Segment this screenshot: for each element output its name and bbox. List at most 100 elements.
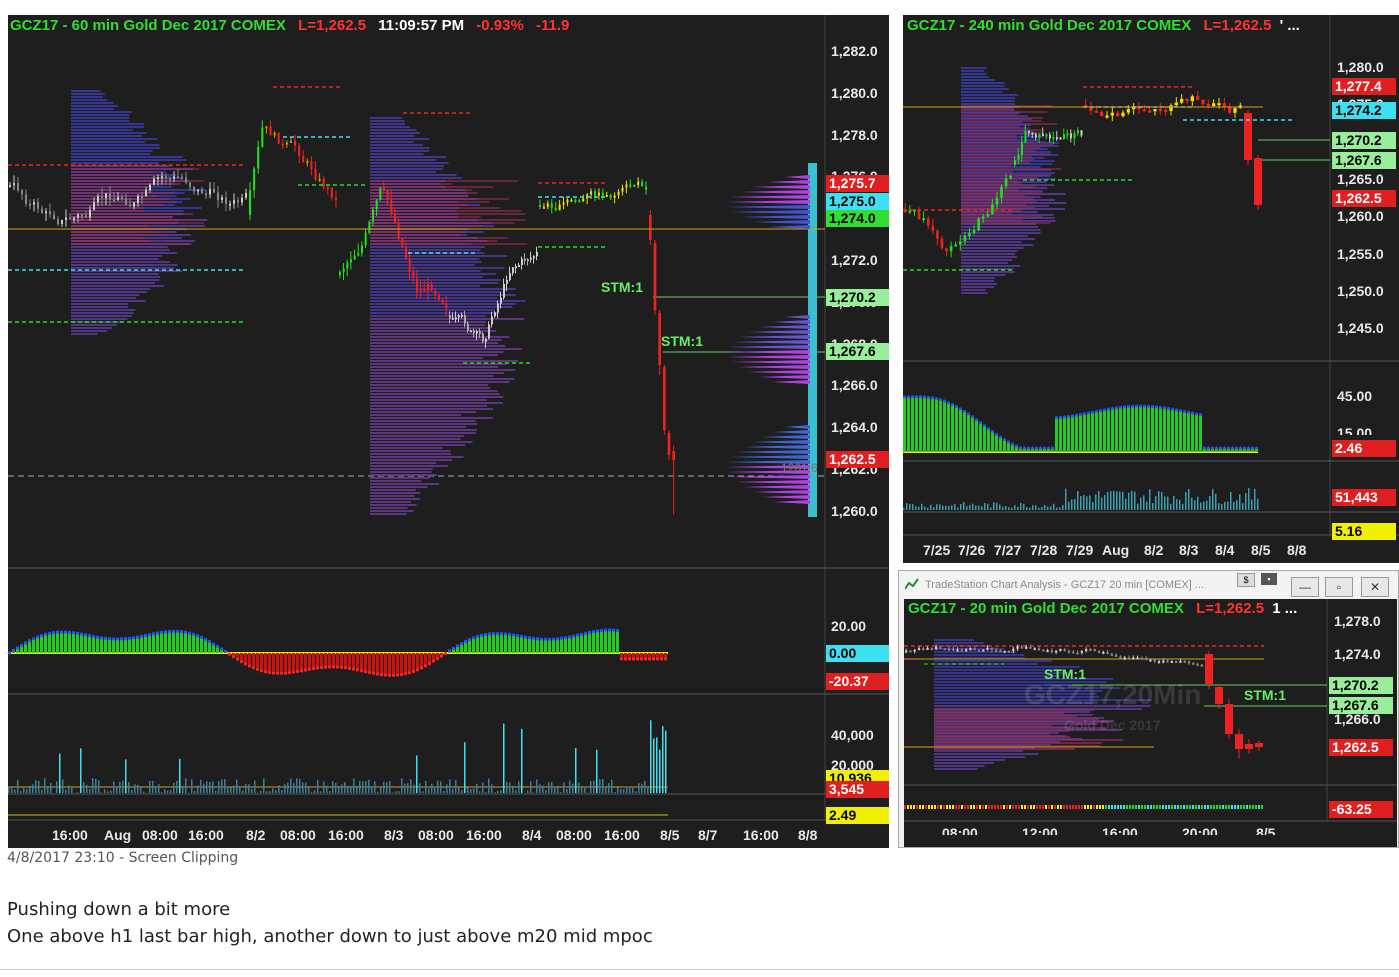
- volume-bar: [341, 784, 343, 793]
- volume-bar: [545, 790, 547, 793]
- osc-dot: [1163, 406, 1166, 410]
- profile-bar: [71, 201, 177, 203]
- chart-window-20min[interactable]: TradeStation Chart Analysis - GCZ17 20 m…: [898, 570, 1399, 848]
- candle-body: [405, 247, 407, 259]
- watermark-symbol: GCZ17,20Min: [1024, 679, 1202, 710]
- volume-bar: [56, 781, 58, 793]
- histogram-bar: [999, 437, 1002, 452]
- osc-dot: [187, 631, 192, 635]
- close-button[interactable]: ✕: [1361, 577, 1389, 597]
- osc-dot: [387, 673, 392, 678]
- time-axis-label: 08:00: [280, 827, 316, 843]
- chart-60min[interactable]: GCZ17 - 60 min Gold Dec 2017 COMEX L=1,2…: [8, 15, 889, 848]
- volume-bar: [1062, 504, 1064, 510]
- profile-bar: [370, 264, 476, 266]
- osc-dot: [203, 637, 208, 641]
- maximize-button[interactable]: ▫: [1325, 577, 1353, 597]
- time-axis-label: 8/5: [660, 827, 680, 843]
- profile-bar: [370, 486, 428, 488]
- volume-bar: [1077, 491, 1079, 510]
- volume-bar: [296, 778, 298, 793]
- volume-bar: [377, 791, 379, 793]
- volume-bar: [62, 779, 64, 793]
- profile-arrow: [752, 220, 810, 224]
- time-axis-label: 8/4: [1215, 542, 1235, 558]
- candle-body: [1170, 661, 1173, 664]
- chart-240min[interactable]: GCZ17 - 240 min Gold Dec 2017 COMEX L=1,…: [903, 15, 1399, 563]
- osc-dot: [291, 670, 296, 674]
- histogram-bar: [1059, 417, 1062, 452]
- osc-dot: [1225, 805, 1227, 809]
- osc-dot: [1174, 805, 1176, 809]
- volume-bar: [227, 786, 229, 793]
- histogram-bar: [600, 630, 603, 653]
- candle-body: [1132, 657, 1135, 660]
- candle-body: [570, 199, 573, 202]
- clock-label: 11:09:57 PM: [378, 17, 465, 34]
- histogram-bar: [324, 653, 327, 668]
- osc-dot: [1210, 805, 1212, 809]
- candle-body: [582, 198, 585, 202]
- dollar-icon[interactable]: $: [1237, 573, 1255, 587]
- candle-body: [1212, 103, 1216, 107]
- profile-bar: [71, 297, 136, 299]
- price-axis-label: 1,260.0: [1337, 208, 1384, 225]
- volume-bar: [1245, 493, 1247, 510]
- candle-body: [353, 255, 356, 260]
- volume-bar: [353, 778, 355, 793]
- toolbar-icon[interactable]: ▪: [1261, 573, 1277, 585]
- price-axis-label: 1,245.0: [1337, 320, 1384, 337]
- candle-body: [334, 197, 337, 200]
- profile-arrow: [726, 345, 810, 349]
- osc-dot: [1023, 446, 1026, 450]
- chart-60min-canvas[interactable]: [8, 15, 889, 848]
- candle-body: [1046, 650, 1049, 653]
- candle-body: [165, 176, 167, 179]
- profile-bar: [370, 255, 508, 257]
- profile-bar: [370, 339, 502, 341]
- chart-20min[interactable]: GCZ17,20Min Gold Dec 2017 GCZ17 - 20 min…: [904, 599, 1397, 847]
- osc-dot: [983, 424, 986, 428]
- chart-240min-canvas[interactable]: [903, 15, 1399, 563]
- osc-dot: [1006, 805, 1008, 809]
- histogram-bar: [160, 632, 163, 653]
- profile-bar: [961, 76, 989, 78]
- osc-dot: [1243, 446, 1246, 450]
- volume-bar: [665, 730, 667, 793]
- candle-body: [945, 248, 948, 252]
- candle-body: [201, 189, 203, 194]
- profile-bar: [370, 483, 440, 485]
- candle-body: [1038, 134, 1041, 138]
- volume-bar: [626, 786, 628, 793]
- osc-dot: [611, 628, 616, 632]
- profile-bar: [961, 171, 1013, 173]
- osc-dot: [907, 805, 909, 809]
- pct-change-label: -0.93%: [476, 17, 524, 34]
- profile-bar: [370, 510, 414, 512]
- profile-bar: [370, 243, 528, 245]
- candle-body: [185, 177, 187, 183]
- histogram-bar: [476, 636, 479, 653]
- candle-body: [1024, 130, 1027, 143]
- osc-dot: [1201, 805, 1203, 809]
- osc-dot: [967, 805, 969, 809]
- candle-body: [61, 220, 63, 225]
- window-titlebar[interactable]: TradeStation Chart Analysis - GCZ17 20 m…: [899, 571, 1398, 599]
- osc-dot: [1231, 805, 1233, 809]
- candle-body: [1020, 646, 1023, 649]
- volume-bar: [167, 790, 169, 793]
- candle-body: [372, 209, 374, 222]
- histogram-bar: [1119, 407, 1122, 452]
- time-axis-label: 8/5: [1251, 542, 1271, 558]
- profile-bar: [71, 249, 170, 251]
- candle-body: [1050, 650, 1053, 653]
- candle-body: [1126, 109, 1130, 113]
- profile-bar: [961, 97, 1016, 99]
- profile-bar: [71, 279, 160, 281]
- minimize-button[interactable]: —: [1291, 577, 1319, 597]
- volume-bar: [1101, 497, 1103, 510]
- osc-dot: [35, 635, 40, 639]
- histogram-bar: [572, 636, 575, 653]
- profile-bar: [370, 288, 516, 290]
- osc-dot: [931, 805, 933, 809]
